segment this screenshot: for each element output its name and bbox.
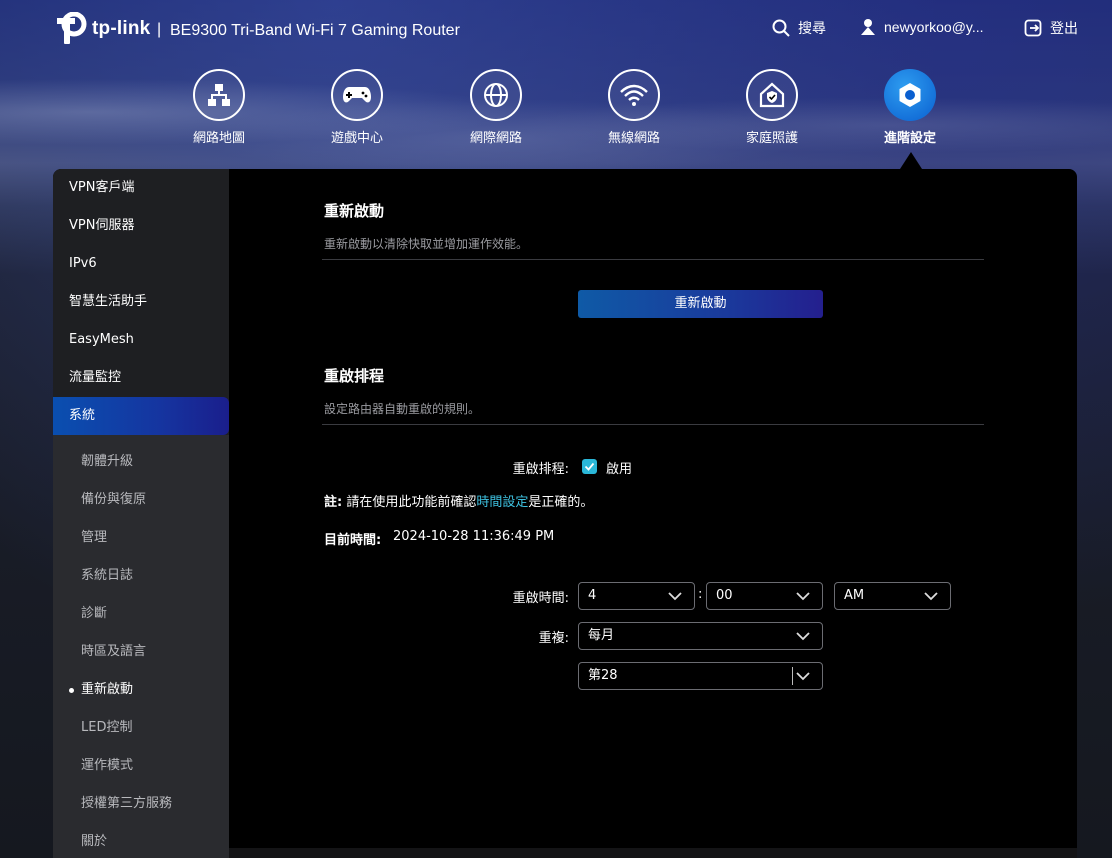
sidebar-item-smart-life[interactable]: 智慧生活助手 — [53, 283, 229, 321]
note-prefix: 註: — [324, 495, 343, 510]
tp-link-logo[interactable]: tp-link — [52, 11, 151, 46]
chevron-down-icon — [796, 672, 810, 681]
note-text-1: 請在使用此功能前確認 — [342, 495, 477, 510]
sidebar-item-system[interactable]: 系統 — [53, 397, 229, 435]
active-nav-pointer — [900, 152, 922, 169]
submenu-administration[interactable]: 管理 — [53, 519, 229, 557]
submenu-firmware-upgrade[interactable]: 韌體升級 — [53, 443, 229, 481]
search-button[interactable]: 搜尋 — [772, 18, 826, 38]
user-account-button[interactable]: newyorkoo@y... — [860, 18, 984, 36]
submenu-about[interactable]: 關於 — [53, 823, 229, 858]
nav-advanced[interactable]: 進階設定 — [865, 69, 955, 146]
logout-button[interactable]: 登出 — [1024, 18, 1078, 38]
system-submenu: 韌體升級 備份與復原 管理 系統日誌 診斷 時區及語言 重新啟動 LED控制 運… — [53, 435, 229, 858]
reboot-time-label: 重啟時間: — [512, 591, 569, 606]
nav-label: 遊戲中心 — [330, 131, 383, 146]
schedule-enable-checkbox[interactable] — [582, 459, 597, 474]
current-time-value: 2024-10-28 11:36:49 PM — [393, 529, 555, 544]
title-separator: | — [157, 21, 162, 38]
repeat-value: 每月 — [588, 628, 615, 643]
check-icon — [584, 462, 595, 471]
nav-network-map[interactable]: 網路地圖 — [174, 69, 264, 146]
time-settings-link[interactable]: 時間設定 — [476, 495, 528, 510]
submenu-reboot[interactable]: 重新啟動 — [53, 671, 229, 709]
search-label: 搜尋 — [798, 20, 826, 36]
user-email: newyorkoo@y... — [884, 19, 984, 35]
home-shield-icon — [746, 69, 798, 121]
sidebar-item-vpn-server[interactable]: VPN伺服器 — [53, 207, 229, 245]
reboot-button[interactable]: 重新啟動 — [578, 290, 823, 318]
sidebar-item-ipv6[interactable]: IPv6 — [53, 245, 229, 283]
current-time-label: 目前時間: — [324, 533, 382, 548]
schedule-enable-text: 啟用 — [606, 462, 633, 477]
submenu-led-control[interactable]: LED控制 — [53, 709, 229, 747]
nav-label: 網際網路 — [469, 131, 522, 146]
schedule-enable-label: 重啟排程: — [512, 462, 569, 477]
section-divider — [322, 424, 984, 425]
day-select[interactable]: 第28 — [578, 662, 823, 690]
submenu-diagnostics[interactable]: 診斷 — [53, 595, 229, 633]
content-bottom-bar — [229, 848, 1077, 858]
nav-label: 家庭照護 — [745, 131, 798, 146]
schedule-section-description: 設定路由器自動重啟的規則。 — [324, 402, 481, 416]
logout-icon — [1024, 19, 1042, 37]
router-model-title: BE9300 Tri-Band Wi-Fi 7 Gaming Router — [170, 22, 460, 39]
nav-wireless[interactable]: 無線網路 — [589, 69, 679, 146]
repeat-select[interactable]: 每月 — [578, 622, 823, 650]
chevron-down-icon — [924, 592, 938, 601]
user-icon — [861, 19, 875, 35]
gamepad-icon — [331, 69, 383, 121]
sidebar-item-easymesh[interactable]: EasyMesh — [53, 321, 229, 359]
wifi-icon — [608, 69, 660, 121]
sidebar-item-traffic-monitor[interactable]: 流量監控 — [53, 359, 229, 397]
hour-value: 4 — [588, 588, 597, 603]
chevron-down-icon — [796, 592, 810, 601]
nav-label: 網路地圖 — [192, 131, 245, 146]
logout-label: 登出 — [1050, 20, 1078, 36]
time-colon: : — [698, 587, 703, 602]
text-cursor — [792, 667, 793, 685]
schedule-note: 註: 請在使用此功能前確認時間設定是正確的。 — [324, 491, 593, 510]
nav-internet[interactable]: 網際網路 — [451, 69, 541, 146]
section-divider — [322, 259, 984, 260]
reboot-section-title: 重新啟動 — [324, 202, 385, 220]
submenu-backup-restore[interactable]: 備份與復原 — [53, 481, 229, 519]
brand-name: tp-link — [92, 18, 151, 39]
minute-select[interactable]: 00 — [706, 582, 823, 610]
content-area: 重新啟動 重新啟動以清除快取並增加運作效能。 重新啟動 重啟排程 設定路由器自動… — [229, 169, 1077, 858]
ampm-value: AM — [844, 588, 865, 603]
globe-icon — [470, 69, 522, 121]
search-icon — [772, 19, 790, 37]
nav-label: 無線網路 — [607, 131, 660, 146]
repeat-label: 重複: — [538, 631, 569, 646]
hour-select[interactable]: 4 — [578, 582, 695, 610]
submenu-system-log[interactable]: 系統日誌 — [53, 557, 229, 595]
sidebar: VPN客戶端 VPN伺服器 IPv6 智慧生活助手 EasyMesh 流量監控 … — [53, 169, 229, 858]
gear-icon — [884, 69, 936, 121]
submenu-third-party-services[interactable]: 授權第三方服務 — [53, 785, 229, 823]
nav-home-care[interactable]: 家庭照護 — [727, 69, 817, 146]
main-panel: VPN客戶端 VPN伺服器 IPv6 智慧生活助手 EasyMesh 流量監控 … — [53, 169, 1077, 858]
submenu-operation-mode[interactable]: 運作模式 — [53, 747, 229, 785]
submenu-time-language[interactable]: 時區及語言 — [53, 633, 229, 671]
tp-link-logo-icon — [52, 11, 88, 46]
sidebar-item-vpn-client[interactable]: VPN客戶端 — [53, 169, 229, 207]
top-header: tp-link | BE9300 Tri-Band Wi-Fi 7 Gaming… — [0, 0, 1112, 62]
nav-label: 進階設定 — [883, 131, 936, 146]
reboot-section-description: 重新啟動以清除快取並增加運作效能。 — [324, 237, 529, 251]
schedule-section-title: 重啟排程 — [324, 367, 385, 385]
chevron-down-icon — [668, 592, 682, 601]
ampm-select[interactable]: AM — [834, 582, 951, 610]
day-value: 第28 — [588, 668, 618, 683]
network-map-icon — [193, 69, 245, 121]
note-text-2: 是正確的。 — [528, 495, 594, 510]
nav-game-center[interactable]: 遊戲中心 — [312, 69, 402, 146]
chevron-down-icon — [796, 632, 810, 641]
minute-value: 00 — [716, 588, 733, 603]
